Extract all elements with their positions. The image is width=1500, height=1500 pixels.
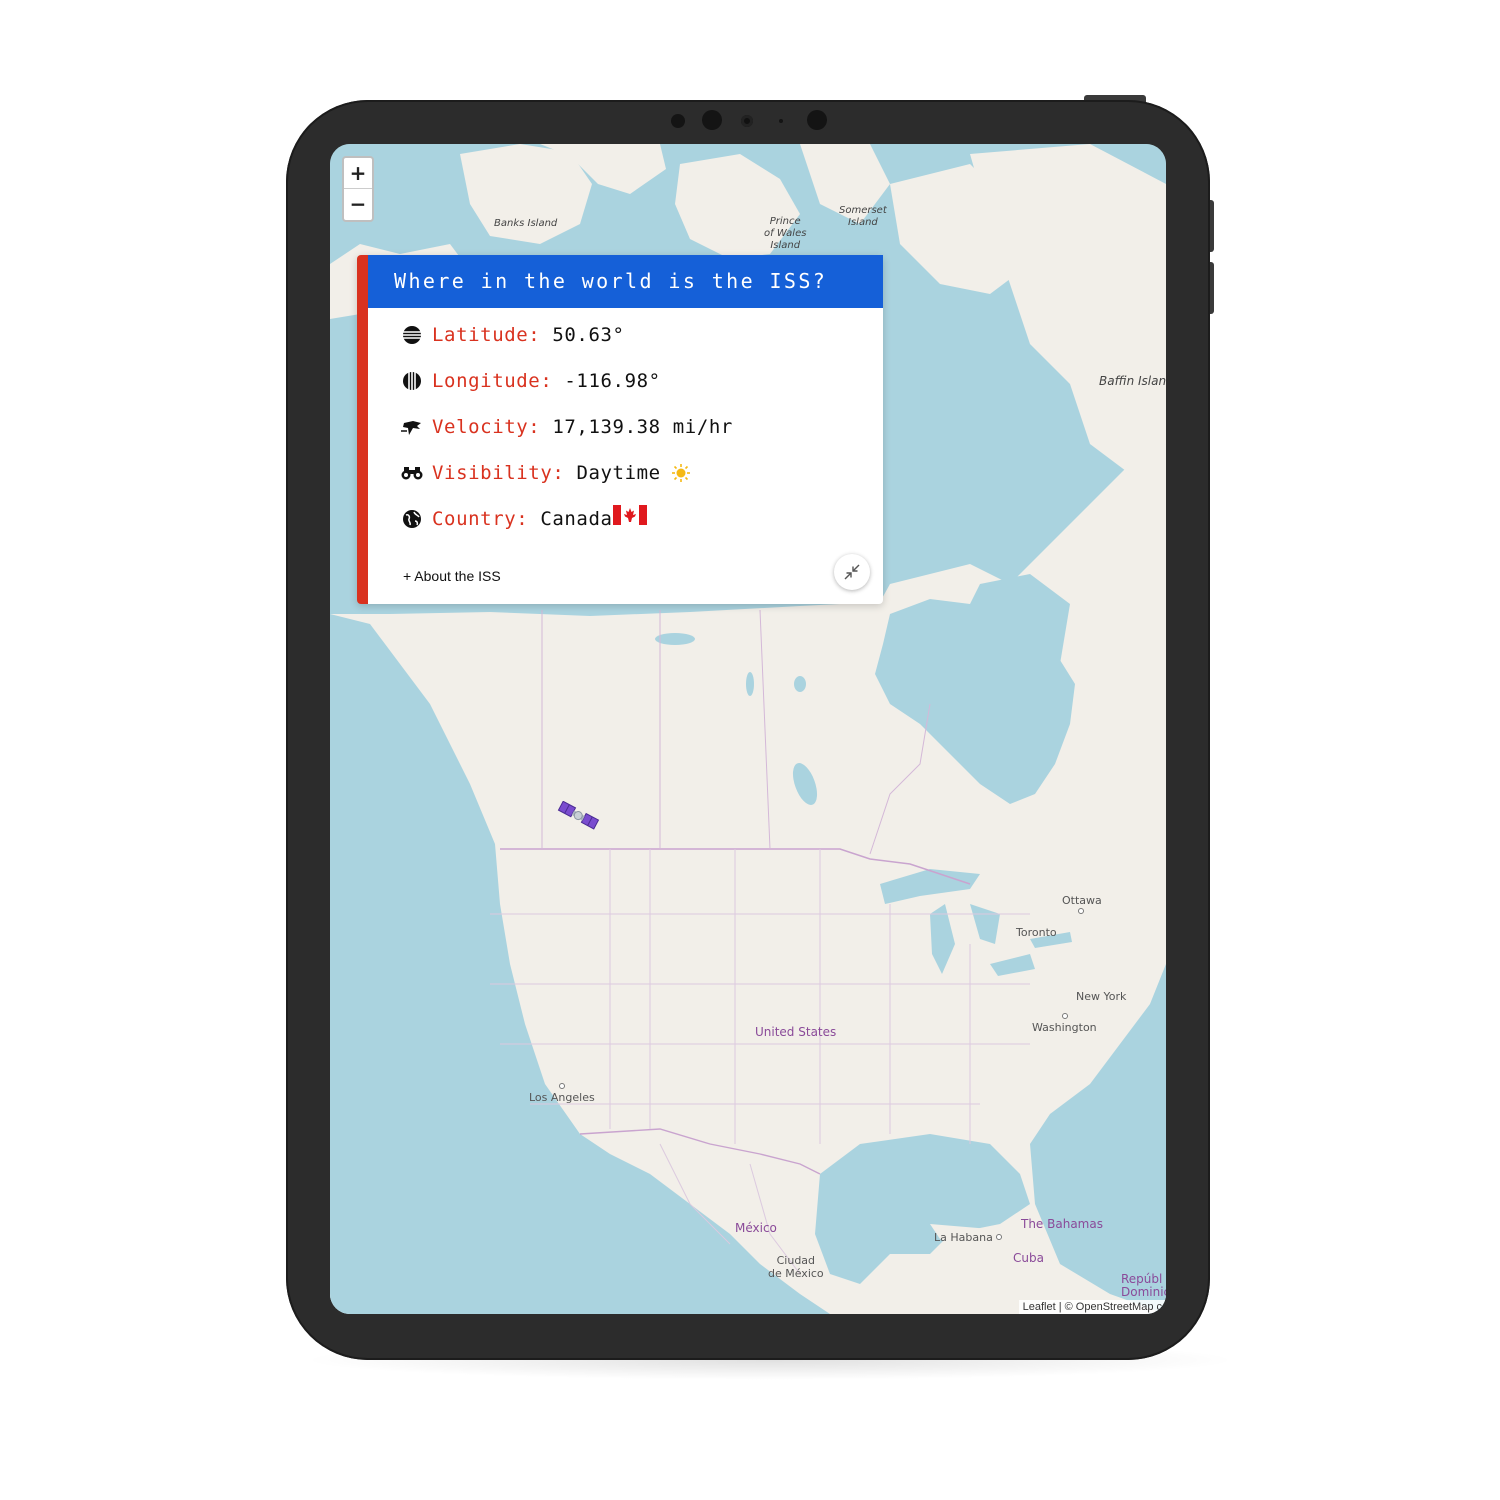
velocity-label: Velocity: <box>432 416 541 438</box>
map-label-los-angeles: Los Angeles <box>529 1091 595 1104</box>
map-label-bahamas: The Bahamas <box>1021 1217 1103 1231</box>
map-label-baffin-island: Baffin Islan <box>1099 374 1166 388</box>
camera-lens <box>702 110 722 130</box>
visibility-row: Visibility: Daytime <box>400 458 691 488</box>
latitude-row: Latitude: 50.63° <box>400 320 625 350</box>
panel-title: Where in the world is the ISS? <box>368 255 883 308</box>
map-attribution[interactable]: Leaflet | © OpenStreetMap c <box>1018 1300 1166 1314</box>
map-screen[interactable]: Banks Island Prince of Wales Island Some… <box>330 144 1166 1314</box>
canada-flag-icon <box>612 505 647 525</box>
country-label: Country: <box>432 508 529 530</box>
iss-info-panel: Where in the world is the ISS? Latitude:… <box>357 255 883 604</box>
latitude-value: 50.63° <box>552 324 625 346</box>
visibility-label: Visibility: <box>432 462 565 484</box>
city-marker <box>559 1083 565 1089</box>
map-label-prince-of-wales: Prince of Wales Island <box>764 216 806 252</box>
zoom-in-button[interactable]: + <box>344 158 372 189</box>
satellite-icon[interactable] <box>556 800 600 836</box>
country-value: Canada <box>540 508 613 530</box>
city-marker <box>996 1234 1002 1240</box>
sun-icon <box>671 463 691 483</box>
camera-sensor <box>671 114 685 128</box>
map-label-somerset-island: Somerset Island <box>839 205 887 229</box>
compress-icon[interactable] <box>834 554 870 590</box>
map-label-banks-island: Banks Island <box>494 218 558 229</box>
map-label-new-york: New York <box>1076 990 1127 1003</box>
map-label-toronto: Toronto <box>1016 926 1057 939</box>
map-label-line: Dominic <box>1121 1285 1166 1299</box>
visibility-value: Daytime <box>576 462 661 484</box>
map-label-mexico: México <box>735 1221 777 1235</box>
map-label-la-habana: La Habana <box>934 1231 993 1244</box>
camera-proximity <box>807 110 827 130</box>
map-label-united-states: United States <box>755 1025 837 1039</box>
map-label-ottawa: Ottawa <box>1062 894 1102 907</box>
longitude-value: -116.98° <box>564 370 661 392</box>
globe-icon <box>400 507 424 531</box>
map-label-line: de México <box>768 1267 824 1280</box>
velocity-icon <box>400 415 424 439</box>
map-label-line: of Wales <box>764 228 807 239</box>
longitude-lines-icon <box>400 369 424 393</box>
camera-front <box>741 115 753 127</box>
map-label-cuba: Cuba <box>1013 1251 1044 1265</box>
map-label-line: Ciudad <box>776 1254 816 1267</box>
map-label-line: Island <box>770 240 801 251</box>
latitude-label: Latitude: <box>432 324 541 346</box>
city-marker <box>1062 1013 1068 1019</box>
camera-dot <box>779 119 783 123</box>
zoom-out-button[interactable]: − <box>344 189 372 220</box>
longitude-row: Longitude: -116.98° <box>400 366 661 396</box>
longitude-label: Longitude: <box>432 370 553 392</box>
map-label-ciudad-de-mexico: Ciudad de México <box>768 1254 824 1280</box>
velocity-row: Velocity: 17,139.38 mi/hr <box>400 412 733 442</box>
map-label-washington: Washington <box>1032 1021 1097 1034</box>
velocity-value: 17,139.38 mi/hr <box>552 416 733 438</box>
zoom-control: + − <box>342 156 374 222</box>
map-label-line: Island <box>848 217 878 228</box>
map-label-republica-dominicana: Repúbl Dominic <box>1121 1273 1166 1299</box>
map-label-line: Somerset <box>839 205 887 216</box>
country-row: Country: Canada <box>400 504 647 534</box>
binoculars-icon <box>400 461 424 485</box>
about-iss-link[interactable]: + About the ISS <box>403 568 501 584</box>
city-marker <box>1078 908 1084 914</box>
latitude-lines-icon <box>400 323 424 347</box>
map-label-line: Prince <box>769 216 801 227</box>
